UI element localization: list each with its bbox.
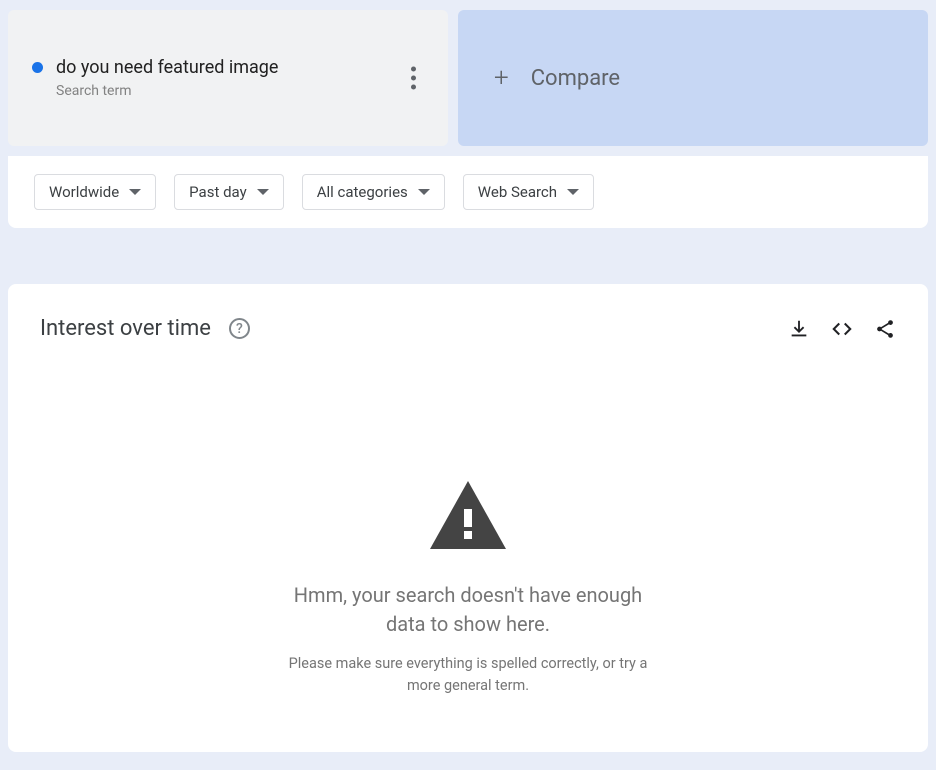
share-icon[interactable] (874, 318, 896, 340)
region-filter-label: Worldwide (49, 183, 119, 201)
empty-state: Hmm, your search doesn't have enough dat… (40, 381, 896, 697)
term-text-group: do you need featured image Search term (56, 57, 278, 99)
interest-over-time-panel: Interest over time ? (8, 284, 928, 752)
download-icon[interactable] (788, 318, 810, 340)
search-type-filter-label: Web Search (478, 183, 557, 201)
chart-header: Interest over time ? (40, 316, 896, 341)
kebab-icon (411, 85, 416, 90)
kebab-icon (411, 76, 416, 81)
chevron-down-icon (257, 189, 269, 195)
term-menu-button[interactable] (403, 59, 424, 98)
empty-state-heading: Hmm, your search doesn't have enough dat… (288, 581, 648, 639)
search-term-subtitle: Search term (56, 83, 278, 99)
plus-icon: + (494, 63, 509, 93)
chevron-down-icon (129, 189, 141, 195)
chart-actions (788, 318, 896, 340)
warning-icon (430, 481, 506, 553)
time-filter[interactable]: Past day (174, 174, 284, 210)
search-term-card[interactable]: do you need featured image Search term (8, 10, 448, 146)
category-filter[interactable]: All categories (302, 174, 445, 210)
empty-state-subtext: Please make sure everything is spelled c… (278, 653, 658, 697)
chart-title: Interest over time (40, 316, 211, 341)
chevron-down-icon (567, 189, 579, 195)
embed-icon[interactable] (830, 318, 854, 340)
region-filter[interactable]: Worldwide (34, 174, 156, 210)
search-type-filter[interactable]: Web Search (463, 174, 594, 210)
time-filter-label: Past day (189, 183, 247, 201)
compare-label: Compare (531, 66, 620, 91)
help-icon[interactable]: ? (229, 318, 250, 339)
chevron-down-icon (418, 189, 430, 195)
chart-title-group: Interest over time ? (40, 316, 250, 341)
kebab-icon (411, 67, 416, 72)
term-color-dot (32, 62, 43, 73)
search-term-title: do you need featured image (56, 57, 278, 78)
category-filter-label: All categories (317, 183, 408, 201)
compare-card[interactable]: + Compare (458, 10, 928, 146)
filters-bar: Worldwide Past day All categories Web Se… (8, 156, 928, 228)
